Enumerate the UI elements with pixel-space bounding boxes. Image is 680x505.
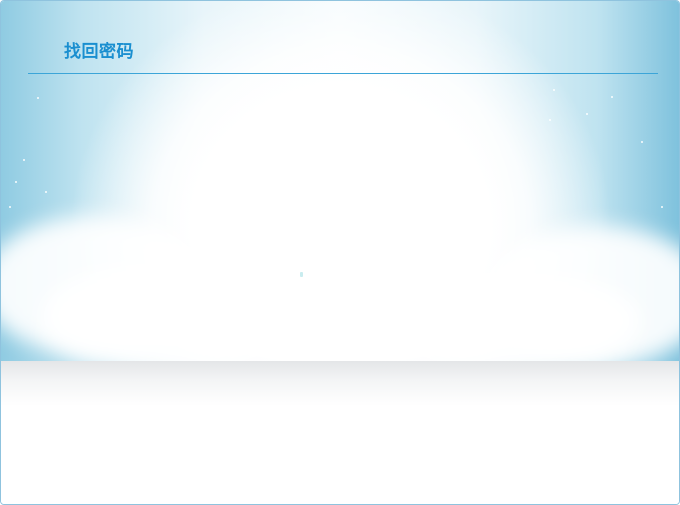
sparkle bbox=[586, 113, 588, 115]
sparkle bbox=[23, 159, 25, 161]
dialog-window: 找回密码 bbox=[0, 0, 680, 505]
sparkle bbox=[549, 119, 551, 121]
sparkle bbox=[611, 96, 613, 98]
sparkle bbox=[9, 206, 11, 208]
dialog-title: 找回密码 bbox=[64, 42, 134, 62]
sparkle bbox=[45, 191, 47, 193]
center-marker bbox=[300, 272, 303, 277]
sparkle bbox=[661, 206, 663, 208]
cloud-center bbox=[181, 251, 501, 366]
sparkle bbox=[641, 141, 643, 143]
floor-shadow bbox=[1, 361, 679, 406]
sparkle bbox=[37, 97, 39, 99]
sparkle bbox=[553, 89, 555, 91]
sparkle bbox=[15, 181, 17, 183]
content-area bbox=[1, 406, 679, 504]
title-divider bbox=[28, 73, 658, 74]
